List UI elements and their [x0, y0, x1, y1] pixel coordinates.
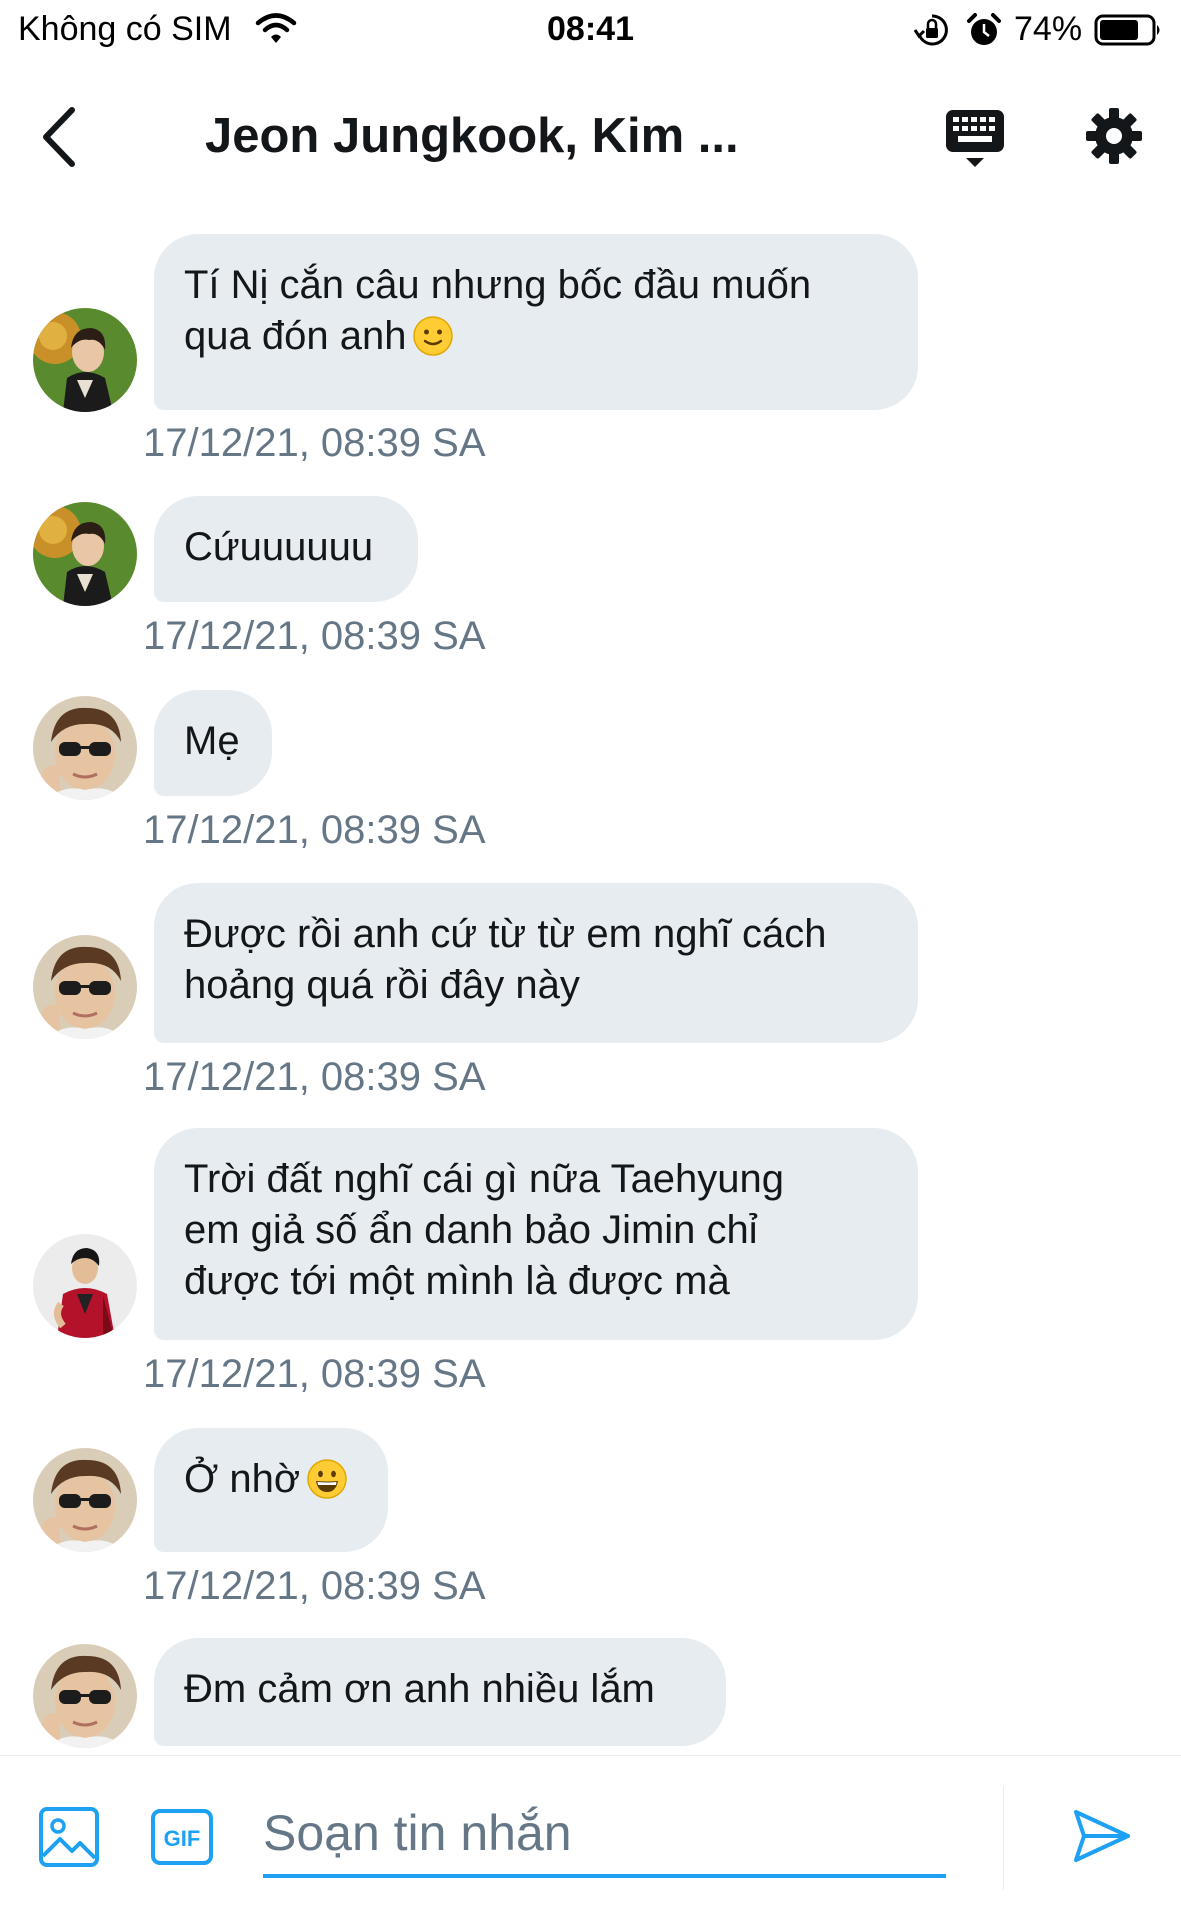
sender-avatar[interactable]: [33, 935, 137, 1039]
keyboard-button[interactable]: [944, 108, 1006, 170]
sender-avatar[interactable]: [33, 1644, 137, 1748]
battery-percentage: 74%: [1014, 10, 1083, 48]
send-icon: [1074, 1810, 1130, 1862]
message-bubble[interactable]: Trời đất nghĩ cái gì nữa Taehyung em giả…: [154, 1128, 918, 1340]
alarm-icon: [966, 12, 1002, 48]
gif-icon: GIF: [151, 1809, 213, 1865]
clock-time: 08:41: [547, 10, 634, 48]
conversation-title[interactable]: Jeon Jungkook, Kim ...: [205, 108, 805, 164]
message-bubble[interactable]: Ở nhờ: [154, 1428, 388, 1552]
conversation-header: Jeon Jungkook, Kim ...: [0, 60, 1181, 210]
message-text: Ở nhờ: [184, 1457, 301, 1501]
grinning-face-emoji-icon: [306, 1458, 348, 1500]
keyboard-icon: [946, 110, 1004, 167]
message-bubble[interactable]: Mẹ: [154, 690, 272, 796]
back-button[interactable]: [34, 102, 94, 172]
compose-message-input[interactable]: [263, 1792, 946, 1878]
sender-avatar[interactable]: [33, 1234, 137, 1338]
add-gif-button[interactable]: GIF: [150, 1808, 214, 1866]
message-timestamp: 17/12/21, 08:39 SA: [143, 1055, 486, 1099]
message-composer: GIF: [0, 1755, 1181, 1921]
message-bubble[interactable]: Được rồi anh cứ từ từ em nghĩ cách hoảng…: [154, 883, 918, 1043]
back-chevron-icon: [43, 107, 75, 167]
gear-icon: [1086, 108, 1142, 164]
message-timestamp: 17/12/21, 08:39 SA: [143, 421, 486, 465]
sender-avatar[interactable]: [33, 502, 137, 606]
message-list[interactable]: Tí Nị cắn câu nhưng bốc đầu muốn qua đón…: [0, 210, 1181, 1755]
message-timestamp: 17/12/21, 08:39 SA: [143, 614, 486, 658]
message-text: Tí Nị cắn câu nhưng bốc đầu muốn qua đón…: [184, 263, 812, 358]
image-icon: [39, 1807, 99, 1867]
message-text: Được rồi anh cứ từ từ em nghĩ cách hoảng…: [184, 912, 827, 1007]
send-button[interactable]: [1070, 1804, 1134, 1868]
composer-divider: [1003, 1786, 1004, 1890]
message-bubble[interactable]: Đm cảm ơn anh nhiều lắm: [154, 1638, 726, 1746]
message-bubble[interactable]: Tí Nị cắn câu nhưng bốc đầu muốn qua đón…: [154, 234, 918, 410]
sender-avatar[interactable]: [33, 308, 137, 412]
add-image-button[interactable]: [38, 1806, 100, 1868]
message-text: Đm cảm ơn anh nhiều lắm: [184, 1667, 655, 1711]
settings-button[interactable]: [1084, 106, 1144, 166]
message-text: Cứuuuuuu: [184, 525, 374, 569]
message-text: Mẹ: [184, 719, 240, 763]
rotation-lock-icon: [913, 12, 950, 48]
sender-avatar[interactable]: [33, 696, 137, 800]
battery-icon: [1094, 14, 1164, 46]
message-text: Trời đất nghĩ cái gì nữa Taehyung em giả…: [184, 1157, 785, 1303]
message-bubble[interactable]: Cứuuuuuu: [154, 496, 418, 602]
message-timestamp: 17/12/21, 08:39 SA: [143, 1352, 486, 1396]
gif-label: GIF: [164, 1826, 201, 1851]
slightly-smiling-face-emoji-icon: [412, 315, 454, 357]
message-timestamp: 17/12/21, 08:39 SA: [143, 808, 486, 852]
status-bar: Không có SIM 08:41 74%: [0, 0, 1181, 60]
message-timestamp: 17/12/21, 08:39 SA: [143, 1564, 486, 1608]
sender-avatar[interactable]: [33, 1448, 137, 1552]
